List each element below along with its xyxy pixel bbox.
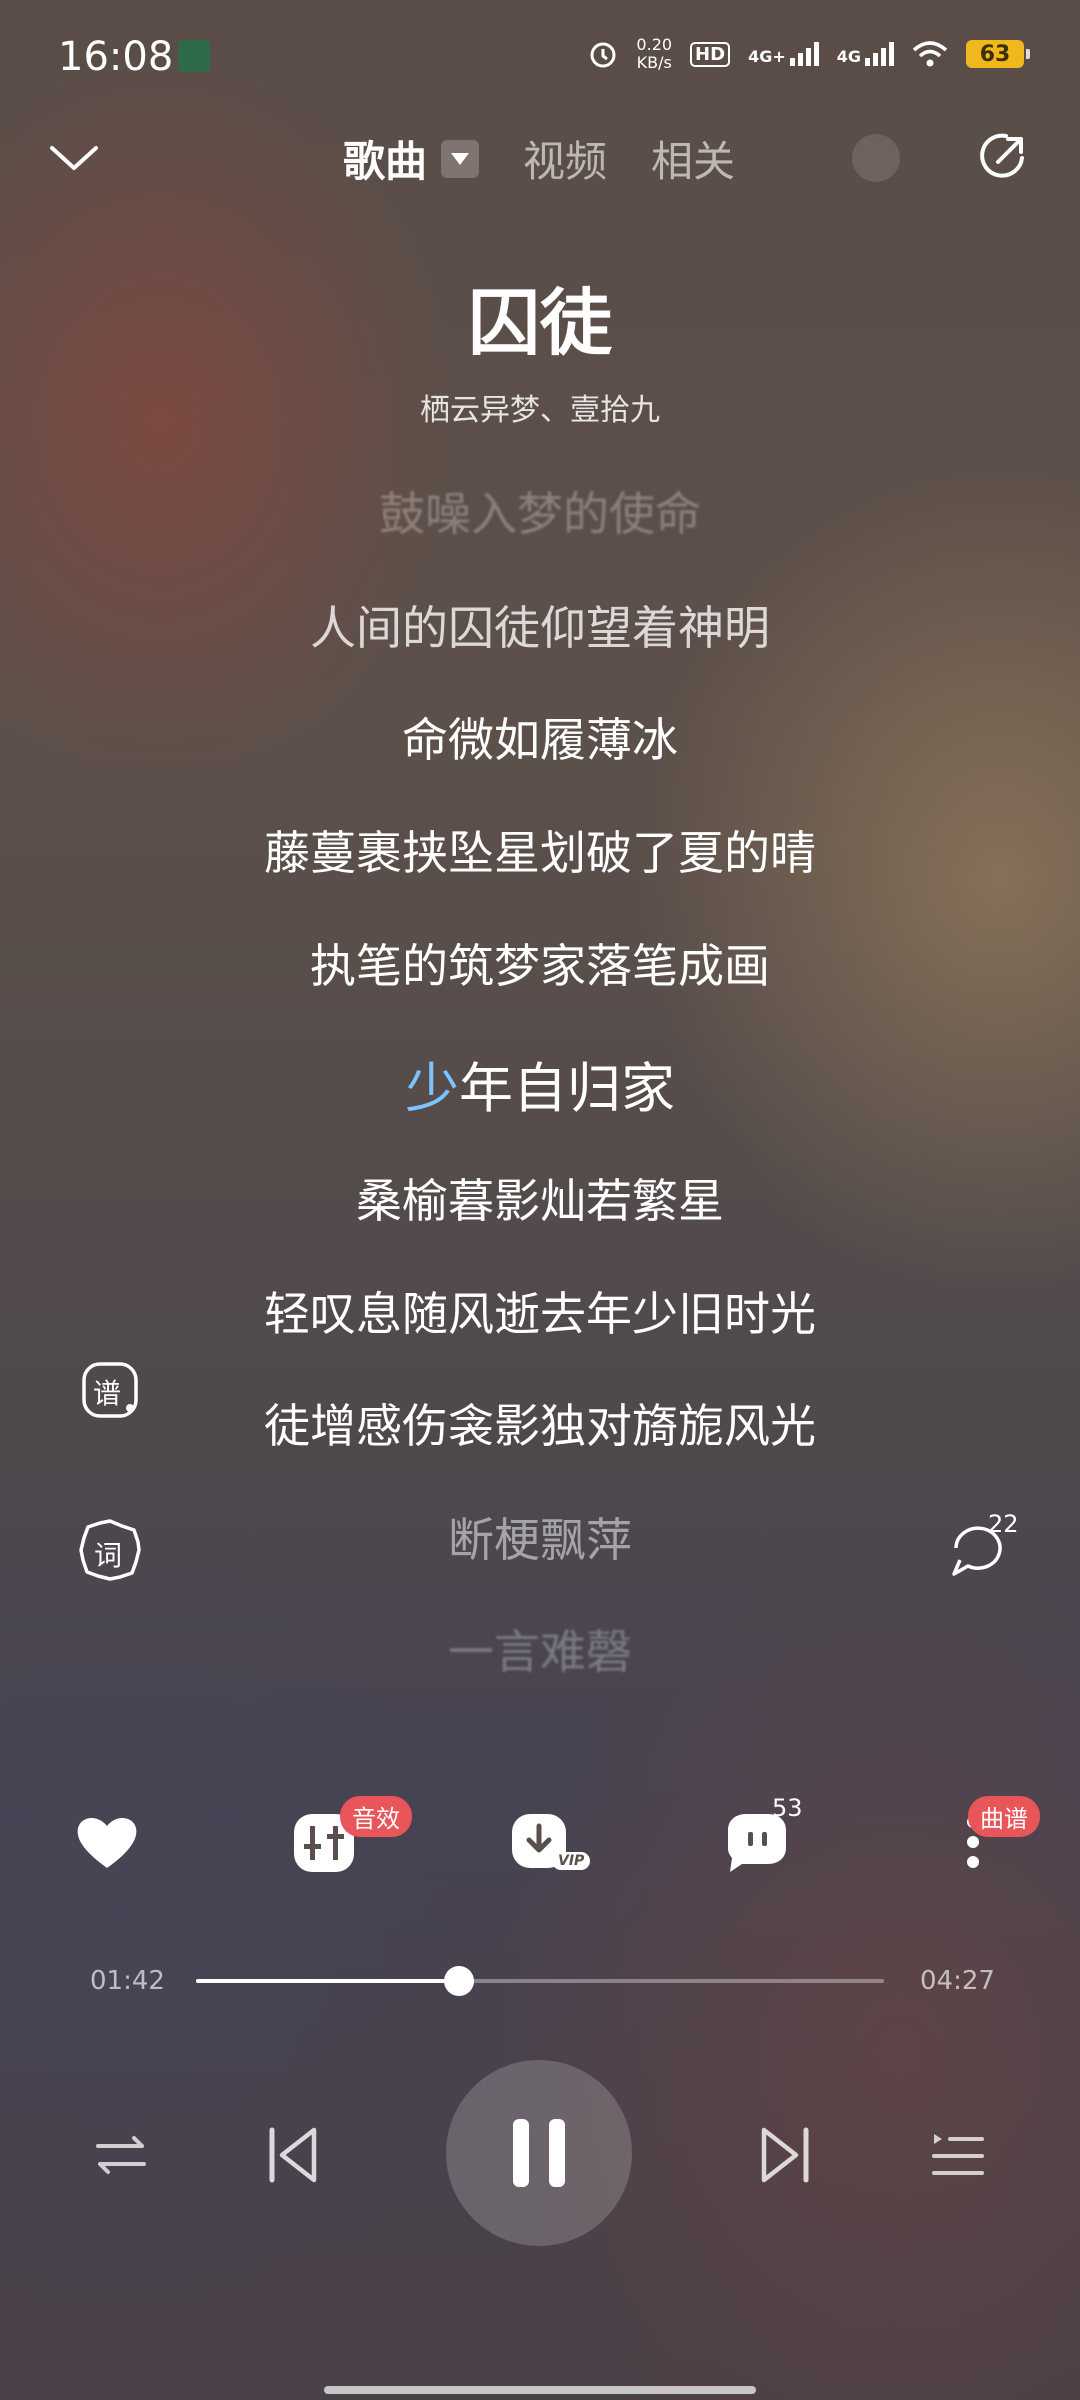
score-label: 谱 [93, 1377, 122, 1410]
comments-button[interactable]: 53 [722, 1794, 803, 1878]
like-heart-icon[interactable] [72, 1808, 142, 1878]
lyric-line: 徒增感伤衾影独对旖旎风光 [264, 1399, 816, 1453]
net-speed-unit: KB/s [636, 53, 672, 72]
current-time: 01:42 [90, 1966, 165, 1996]
alarm-icon [590, 42, 616, 68]
signal-bars-icon [865, 42, 894, 66]
battery-indicator: 63 [966, 40, 1030, 68]
pause-icon-bar [549, 2119, 565, 2187]
lyric-line-current: 少年自归家 [0, 1044, 1080, 1123]
lyric-line: 轻叹息随风逝去年少旧时光 [264, 1287, 816, 1341]
playlist-icon[interactable] [922, 2120, 992, 2190]
next-track-icon[interactable] [750, 2120, 820, 2190]
tab-video[interactable]: 视频 [523, 128, 607, 189]
lyric-line: 人间的囚徒仰望着神明 [310, 601, 770, 655]
sim2-network-label: 4G [836, 47, 861, 66]
side-comment-count: 22 [988, 1510, 1019, 1538]
comment-count: 53 [772, 1794, 803, 1822]
more-button[interactable]: 曲谱 [938, 1796, 1040, 1878]
pause-button[interactable] [446, 2060, 632, 2246]
score-button[interactable]: 谱 [80, 1360, 140, 1420]
lyric-line: 命微如履薄冰 [402, 713, 678, 767]
score-badge: 曲谱 [968, 1796, 1040, 1837]
hd-icon: HD [690, 41, 731, 67]
song-title: 囚徒 [467, 281, 612, 365]
signal-sim1: 4G+ [748, 42, 819, 66]
tab-related[interactable]: 相关 [651, 128, 735, 189]
lyric-rest: 年自归家 [459, 1057, 675, 1120]
content-tabs: 歌曲 视频 相关 [343, 128, 779, 189]
signal-sim2: 4G [837, 42, 894, 66]
tab-song[interactable]: 歌曲 [343, 128, 427, 189]
previous-track-icon[interactable] [258, 2120, 328, 2190]
status-time: 16:08 [58, 34, 174, 80]
repeat-order-icon[interactable] [86, 2120, 156, 2190]
status-icons: 0.20 KB/s HD 4G+ 4G 63 [588, 36, 1030, 72]
lyric-style-label: 词 [94, 1539, 123, 1572]
net-speed: 0.20 KB/s [636, 36, 672, 72]
lyric-line: 断梗飘萍 [448, 1513, 632, 1567]
lyric-highlighted-char: 少 [405, 1057, 459, 1120]
sim1-network-label: 4G+ [748, 47, 786, 66]
singer-avatar[interactable] [852, 134, 900, 182]
share-icon[interactable] [976, 128, 1032, 184]
lyric-line: 桑榆暮影灿若繁星 [356, 1174, 724, 1228]
home-indicator[interactable] [324, 2386, 756, 2394]
lyric-line: 一言难磬 [448, 1625, 632, 1679]
collapse-chevron-icon[interactable] [46, 130, 102, 186]
total-time: 04:27 [920, 1966, 995, 1996]
lyric-line: 执笔的筑梦家落笔成画 [310, 939, 770, 993]
signal-bars-icon [789, 42, 819, 66]
lyric-style-button[interactable]: 词 [78, 1518, 141, 1581]
sound-effect-button[interactable]: 音效 [290, 1796, 412, 1878]
wifi-icon [912, 41, 948, 67]
net-speed-value: 0.20 [636, 35, 673, 54]
vip-tag: VIP [552, 1852, 591, 1870]
notification-app-icon [178, 40, 210, 72]
download-button[interactable]: VIP [508, 1808, 591, 1878]
artist-name[interactable]: 栖云异梦、壹拾九 [0, 385, 1080, 429]
progress-fill [196, 1979, 459, 1983]
sound-effect-badge: 音效 [340, 1796, 412, 1837]
lyric-line: 鼓噪入梦的使命 [379, 487, 701, 541]
lyric-line: 藤蔓裹挟坠星划破了夏的晴 [264, 826, 816, 880]
pause-icon [513, 2119, 529, 2187]
progress-thumb[interactable] [443, 1966, 474, 1996]
tab-dropdown-icon[interactable] [441, 139, 480, 178]
